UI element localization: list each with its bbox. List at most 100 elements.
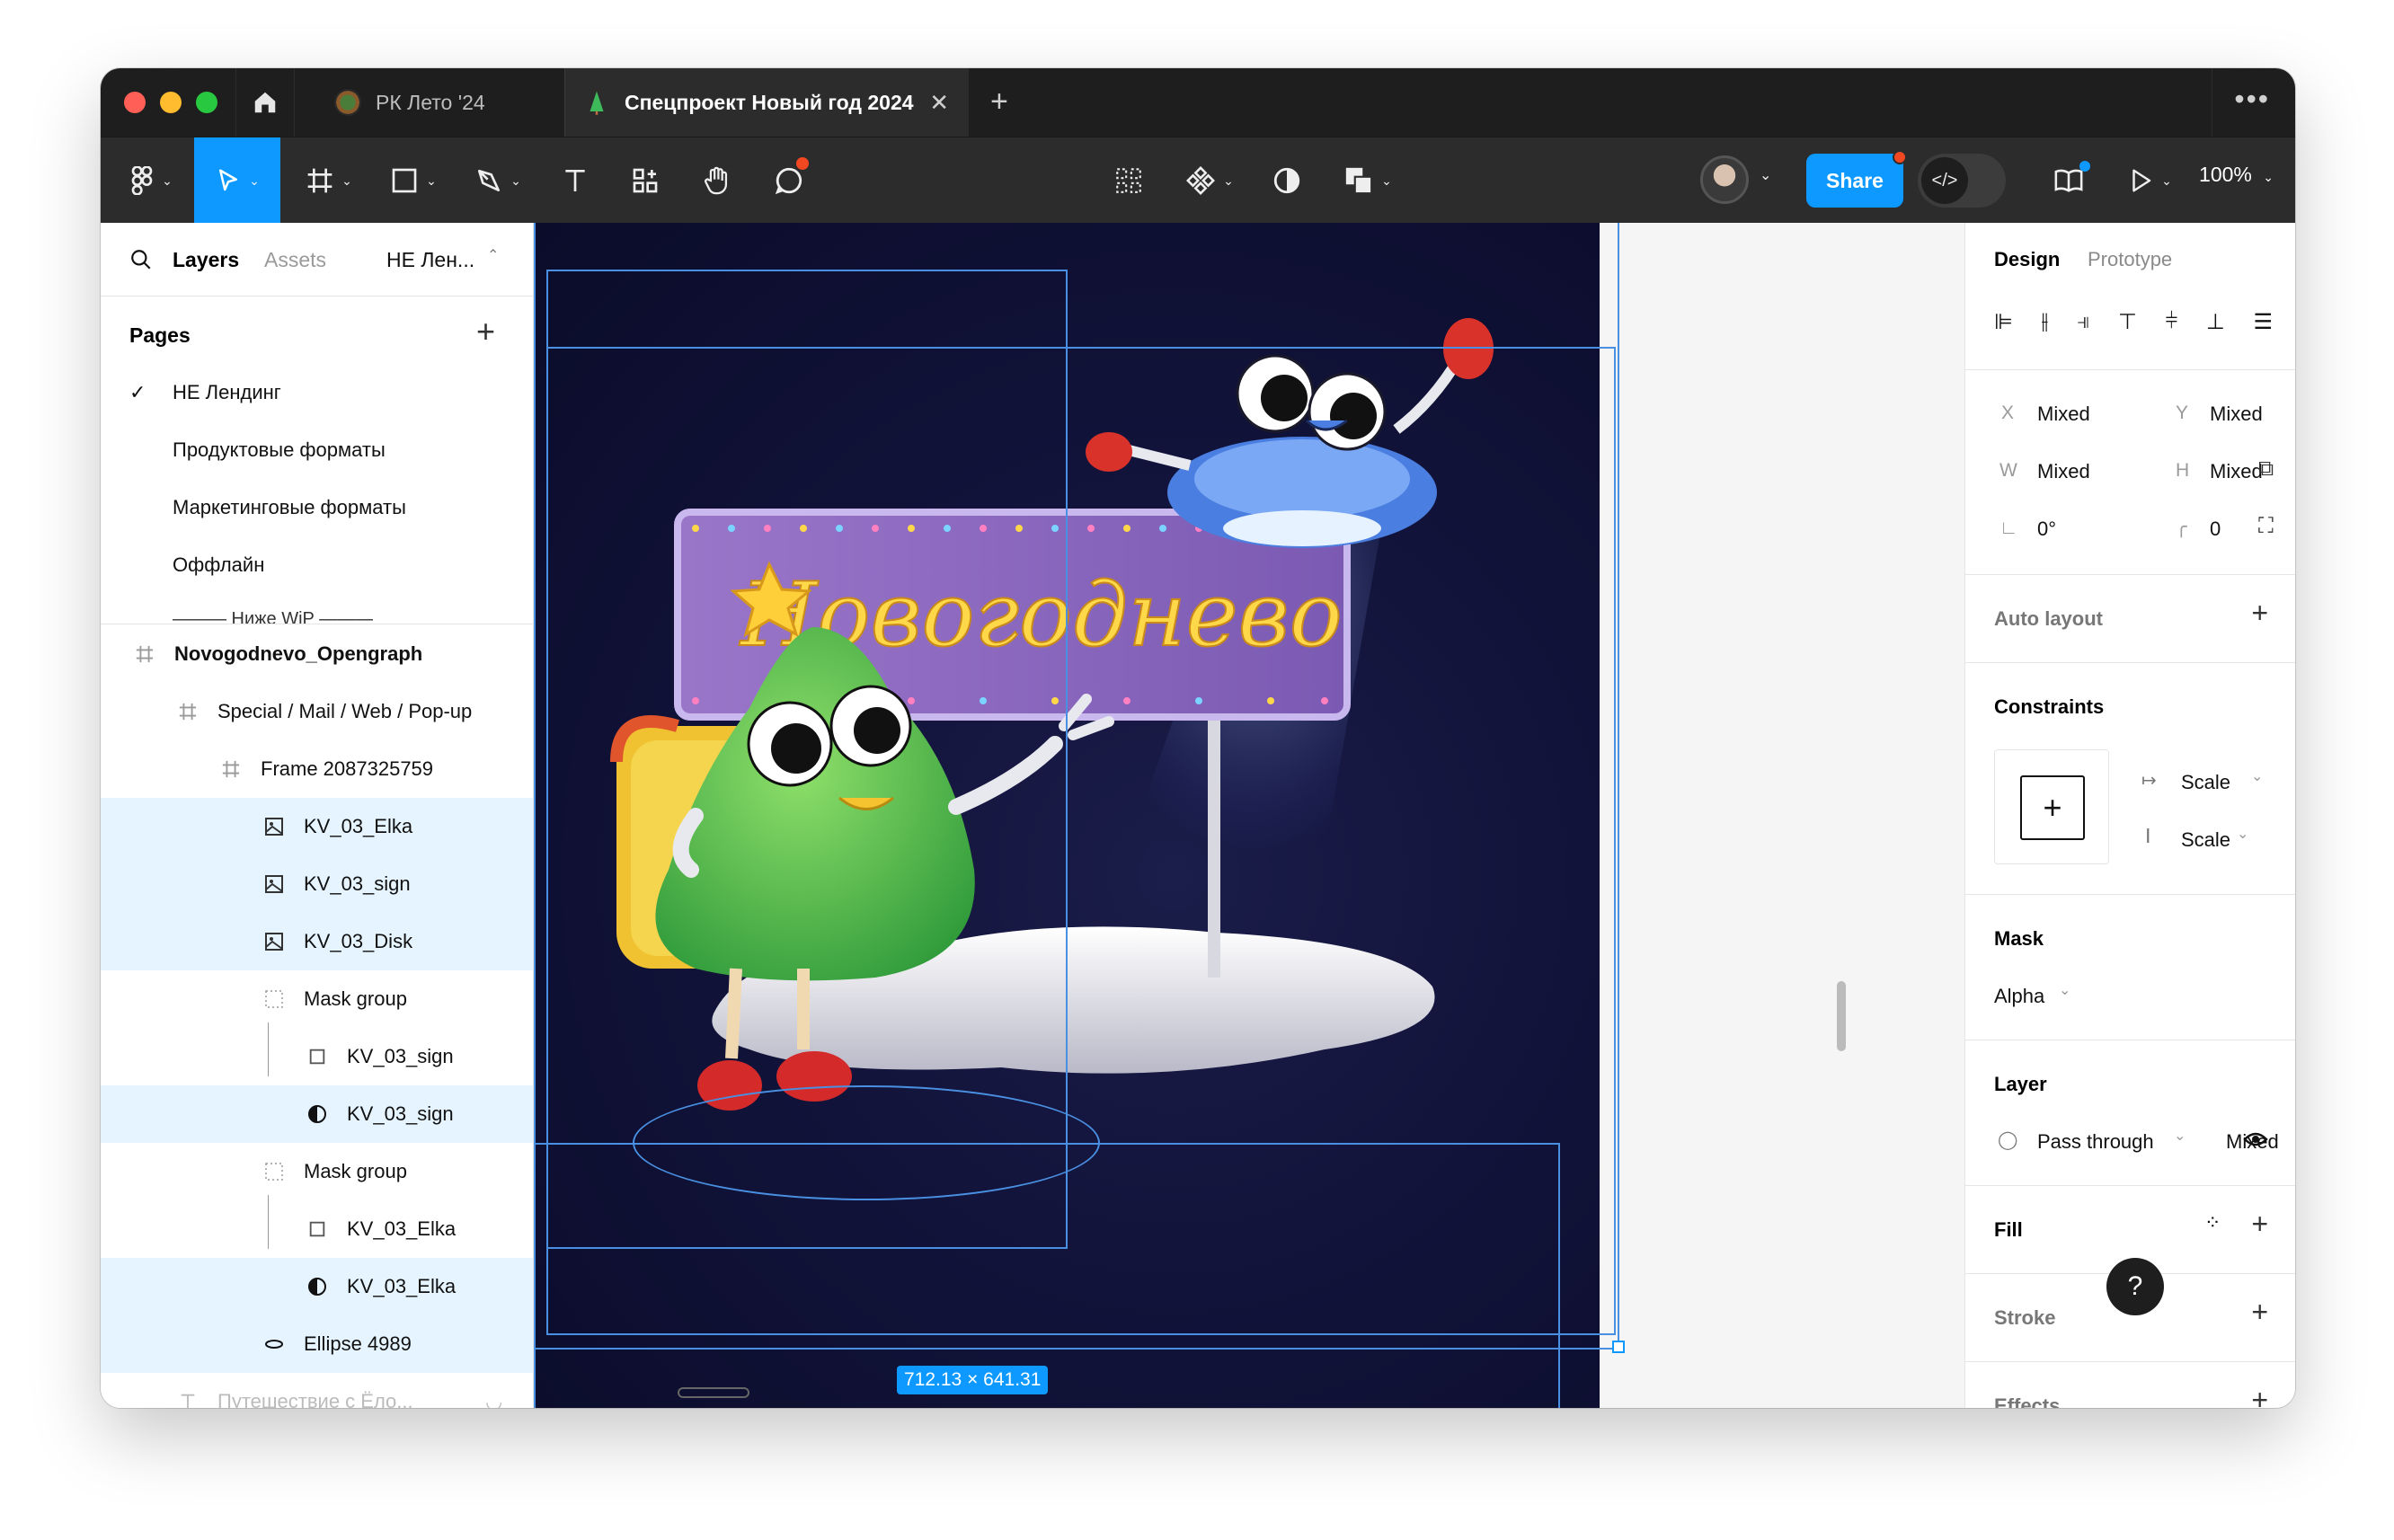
more-menu-button[interactable]: ••• bbox=[2234, 83, 2270, 116]
grid-tool-button[interactable] bbox=[1102, 137, 1156, 224]
x-label: X bbox=[2001, 403, 2015, 423]
styles-grid-icon[interactable]: ⁘ bbox=[2204, 1211, 2221, 1235]
align-h-center-icon[interactable]: ⫲ bbox=[2042, 309, 2049, 335]
close-window-button[interactable] bbox=[124, 92, 146, 113]
chevron-down-icon[interactable]: ⌄ bbox=[1760, 166, 1771, 184]
user-avatar[interactable] bbox=[1700, 155, 1749, 204]
layer-row[interactable]: Путешествие с Ёло... ◡ bbox=[101, 1373, 533, 1408]
page-item[interactable]: ——— Ниже WiP ——— bbox=[173, 609, 373, 627]
close-tab-button[interactable]: ✕ bbox=[929, 89, 949, 117]
layer-row[interactable]: Mask group bbox=[101, 1143, 533, 1200]
library-button[interactable] bbox=[2042, 137, 2096, 224]
chevron-up-icon[interactable]: ⌃ bbox=[487, 246, 499, 264]
hand-tool-button[interactable] bbox=[690, 137, 744, 224]
layer-row[interactable]: Ellipse 4989 bbox=[101, 1315, 533, 1373]
blend-mode-select[interactable]: Pass through bbox=[2037, 1130, 2154, 1154]
page-item[interactable]: НЕ Лендинг bbox=[173, 381, 281, 404]
vertical-scrollbar[interactable] bbox=[1837, 981, 1846, 1051]
h-field[interactable]: Mixed bbox=[2210, 460, 2263, 483]
hidden-eye-icon[interactable]: ◡ bbox=[485, 1390, 502, 1408]
align-bottom-icon[interactable]: ⊥ bbox=[2206, 309, 2225, 335]
file-tab-1[interactable]: РК Лето '24 bbox=[316, 68, 550, 137]
tab-layers[interactable]: Layers bbox=[173, 248, 239, 272]
add-effect-button[interactable]: + bbox=[2251, 1384, 2268, 1408]
resize-handle[interactable] bbox=[1612, 1341, 1625, 1353]
tab-prototype[interactable]: Prototype bbox=[2088, 248, 2172, 271]
page-item[interactable]: Продуктовые форматы bbox=[173, 438, 386, 462]
w-field[interactable]: Mixed bbox=[2037, 460, 2090, 483]
x-field[interactable]: Mixed bbox=[2037, 403, 2090, 426]
image-icon bbox=[262, 873, 286, 895]
y-field[interactable]: Mixed bbox=[2210, 403, 2263, 426]
component-tool-button[interactable]: ⌄ bbox=[1175, 137, 1244, 224]
zoom-dropdown[interactable]: 100% ⌄ bbox=[2199, 163, 2274, 187]
layer-row[interactable]: Frame 2087325759 bbox=[101, 740, 533, 798]
distribute-icon[interactable]: ☰ bbox=[2253, 309, 2273, 335]
dev-mode-toggle[interactable]: </> bbox=[1918, 154, 2006, 208]
mask-type-select[interactable]: Alpha bbox=[1994, 985, 2044, 1008]
layer-row[interactable]: KV_03_Elka bbox=[101, 1258, 533, 1315]
search-icon[interactable] bbox=[129, 248, 153, 271]
comment-tool-button[interactable] bbox=[762, 137, 816, 224]
vertical-constraint-select[interactable]: Scale bbox=[2181, 828, 2230, 852]
new-tab-button[interactable]: + bbox=[990, 84, 1008, 119]
constrain-proportions-icon[interactable]: ⧉ bbox=[2258, 456, 2274, 482]
add-page-button[interactable]: + bbox=[476, 313, 495, 350]
maximize-window-button[interactable] bbox=[196, 92, 217, 113]
rotation-field[interactable]: 0° bbox=[2037, 518, 2056, 541]
mask-tool-button[interactable] bbox=[1260, 137, 1314, 224]
properties-panel: Design Prototype ⊫ ⫲ ⫣ ⊤ ⫩ ⊥ ☰ X Mixed Y… bbox=[1964, 223, 2295, 1408]
page-item[interactable]: Маркетинговые форматы bbox=[173, 496, 406, 519]
mask-section: Mask Alpha ⌄ bbox=[1965, 895, 2295, 1040]
help-button[interactable]: ? bbox=[2106, 1258, 2164, 1315]
layer-row[interactable]: Special / Mail / Web / Pop-up bbox=[101, 683, 533, 740]
move-tool-button[interactable]: ⌄ bbox=[194, 137, 280, 224]
boolean-tool-button[interactable]: ⌄ bbox=[1332, 137, 1404, 224]
main-menu-button[interactable]: ⌄ bbox=[117, 137, 185, 224]
minimize-window-button[interactable] bbox=[160, 92, 182, 113]
layer-row[interactable]: Mask group bbox=[101, 970, 533, 1028]
shape-tool-button[interactable]: ⌄ bbox=[379, 137, 448, 224]
add-auto-layout-button[interactable]: + bbox=[2251, 597, 2268, 630]
comment-icon bbox=[775, 167, 802, 195]
ellipse-icon bbox=[262, 1333, 286, 1355]
tab-design[interactable]: Design bbox=[1994, 248, 2060, 271]
design-canvas[interactable]: Новогоднево 712.13 × 641.31 bbox=[534, 223, 1964, 1408]
constraint-widget[interactable]: + bbox=[1994, 749, 2109, 864]
share-button[interactable]: Share bbox=[1806, 154, 1903, 208]
frame-tool-button[interactable]: ⌄ bbox=[295, 137, 363, 224]
add-stroke-button[interactable]: + bbox=[2251, 1296, 2268, 1329]
tab-assets[interactable]: Assets bbox=[264, 248, 326, 272]
horizontal-constraint-icon: ↦ bbox=[2141, 771, 2157, 791]
contrast-icon bbox=[1273, 167, 1300, 194]
align-right-icon[interactable]: ⫣ bbox=[2077, 309, 2089, 335]
align-left-icon[interactable]: ⊫ bbox=[1994, 309, 2013, 335]
file-tab-2-active[interactable]: Спецпроект Новый год 2024 ✕ bbox=[564, 68, 969, 137]
layer-row[interactable]: KV_03_Disk bbox=[101, 913, 533, 970]
pen-tool-button[interactable]: ⌄ bbox=[464, 137, 532, 224]
constraint-center[interactable]: + bbox=[2020, 775, 2085, 840]
home-button[interactable] bbox=[235, 68, 295, 137]
layer-row[interactable]: KV_03_Elka bbox=[101, 798, 533, 855]
blend-icon: ◯ bbox=[1998, 1130, 2018, 1150]
align-v-center-icon[interactable]: ⫩ bbox=[2166, 309, 2178, 335]
add-fill-button[interactable]: + bbox=[2251, 1208, 2268, 1241]
layer-row[interactable]: KV_03_Elka bbox=[101, 1195, 533, 1258]
page-item[interactable]: Оффлайн bbox=[173, 553, 264, 577]
frame-handle[interactable] bbox=[678, 1387, 749, 1398]
align-top-icon[interactable]: ⊤ bbox=[2118, 309, 2137, 335]
resources-button[interactable] bbox=[618, 137, 672, 224]
page-selector[interactable]: НЕ Лен... bbox=[386, 248, 474, 272]
independent-corners-icon[interactable]: ⛶ bbox=[2258, 514, 2274, 539]
layer-row[interactable]: KV_03_sign bbox=[101, 1022, 533, 1085]
chevron-down-icon: ⌄ bbox=[2251, 769, 2264, 784]
component-icon bbox=[1186, 166, 1216, 195]
layer-row[interactable]: KV_03_sign bbox=[101, 855, 533, 913]
present-button[interactable]: ⌄ bbox=[2114, 137, 2186, 224]
radius-field[interactable]: 0 bbox=[2210, 518, 2221, 541]
layer-row[interactable]: KV_03_sign bbox=[101, 1085, 533, 1143]
visibility-eye-icon[interactable] bbox=[2243, 1130, 2268, 1148]
horizontal-constraint-select[interactable]: Scale bbox=[2181, 771, 2230, 794]
layer-row[interactable]: Novogodnevo_Opengraph bbox=[101, 625, 533, 683]
text-tool-button[interactable] bbox=[548, 137, 602, 224]
